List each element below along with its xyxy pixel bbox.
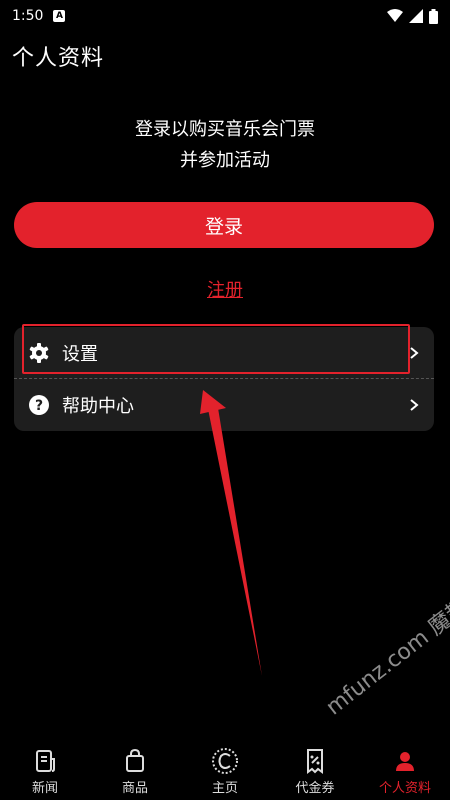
battery-icon <box>429 8 438 24</box>
menu-item-help-center[interactable]: ? 帮助中心 <box>14 379 434 431</box>
news-icon <box>36 750 55 772</box>
home-icon <box>212 748 238 774</box>
notification-icon: A <box>53 10 66 22</box>
nav-item-profile[interactable]: 个人资料 <box>360 745 450 796</box>
page-title: 个人资料 <box>12 46 105 71</box>
nav-label: 个人资料 <box>378 781 431 796</box>
watermark-logo: mfunz.com 魔趣网 <box>321 580 450 721</box>
nav-label: 商品 <box>121 781 148 796</box>
help-icon: ? <box>28 394 50 416</box>
signal-icon <box>409 9 423 23</box>
status-bar: 1:50 A <box>0 0 450 32</box>
nav-label: 新闻 <box>31 781 58 796</box>
shopping-bag-icon <box>126 748 144 772</box>
voucher-icon <box>307 749 323 774</box>
annotation-highlight-box <box>22 324 410 374</box>
login-button[interactable]: 登录 <box>14 202 434 248</box>
nav-label: 代金券 <box>295 781 335 796</box>
chevron-right-icon <box>410 399 419 411</box>
status-time: 1:50 <box>12 8 44 24</box>
wifi-icon <box>387 9 403 22</box>
nav-item-vouchers[interactable]: 代金券 <box>270 745 360 796</box>
menu-item-label: 帮助中心 <box>62 396 134 417</box>
register-link[interactable]: 注册 <box>0 276 450 302</box>
nav-item-news[interactable]: 新闻 <box>0 745 90 796</box>
svg-text:?: ? <box>35 398 43 414</box>
nav-item-products[interactable]: 商品 <box>90 745 180 796</box>
login-prompt-line1: 登录以购买音乐会门票 <box>135 119 315 140</box>
profile-icon <box>396 752 414 771</box>
nav-item-home[interactable]: 主页 <box>180 745 270 796</box>
nav-label: 主页 <box>211 781 238 796</box>
status-left: 1:50 A <box>12 8 66 24</box>
bottom-nav: 新闻 商品 主页 代金券 个人资料 <box>0 745 450 800</box>
status-right <box>387 8 438 24</box>
login-prompt-line2: 并参加活动 <box>180 150 270 171</box>
